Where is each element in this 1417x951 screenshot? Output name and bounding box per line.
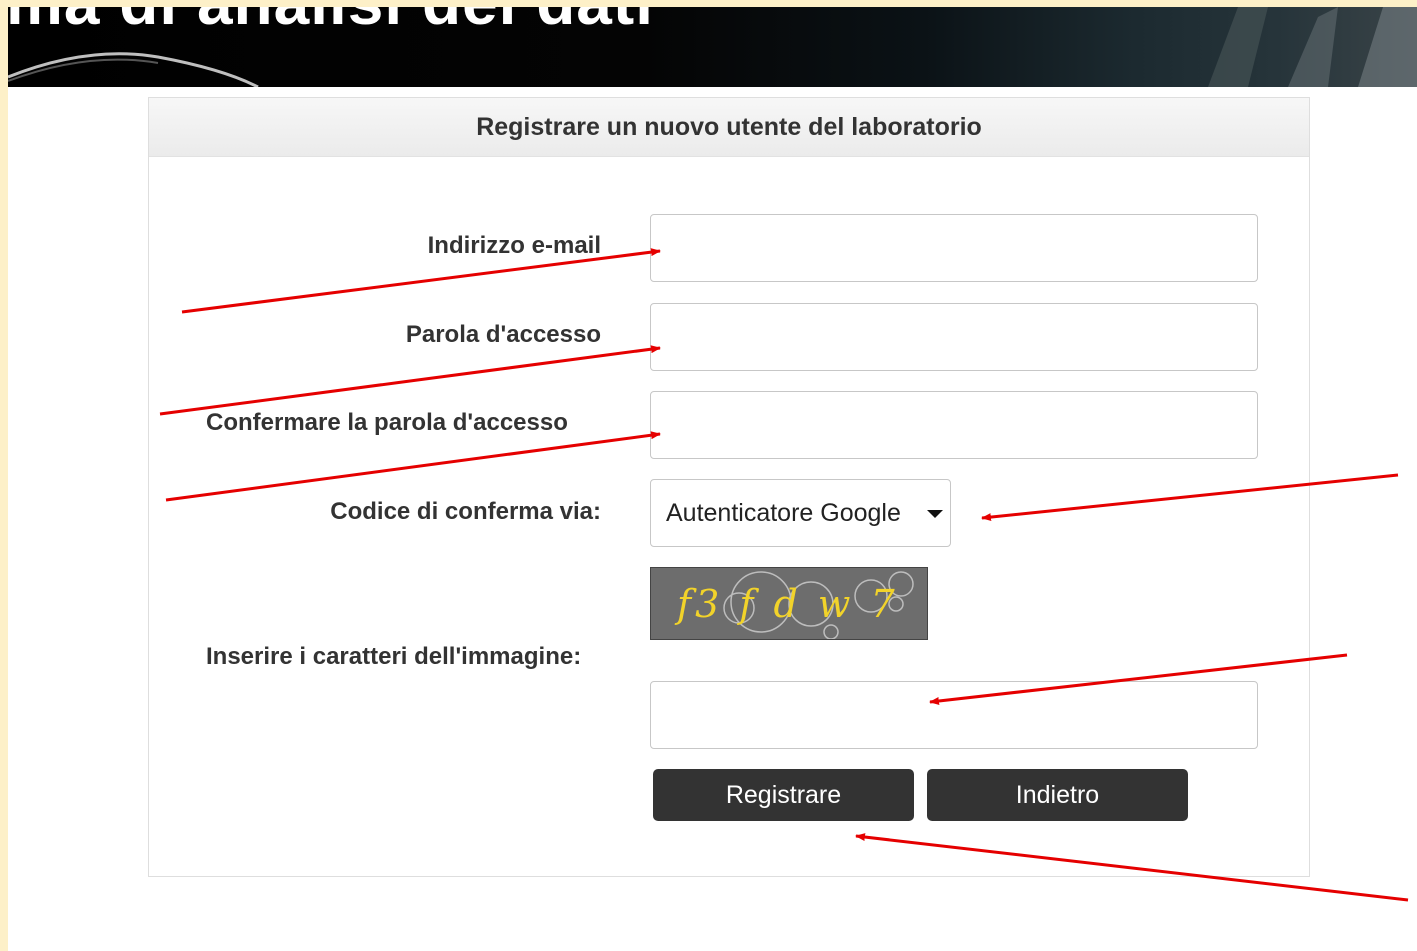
arrow-to-email	[181, 248, 661, 314]
arrow-to-register-button	[855, 833, 1409, 902]
arrow-to-captcha-input	[929, 653, 1348, 705]
arrow-to-password	[159, 345, 661, 416]
arrow-to-select	[981, 473, 1399, 522]
arrow-to-confirm-password	[165, 431, 661, 502]
annotation-arrows	[159, 248, 1409, 902]
